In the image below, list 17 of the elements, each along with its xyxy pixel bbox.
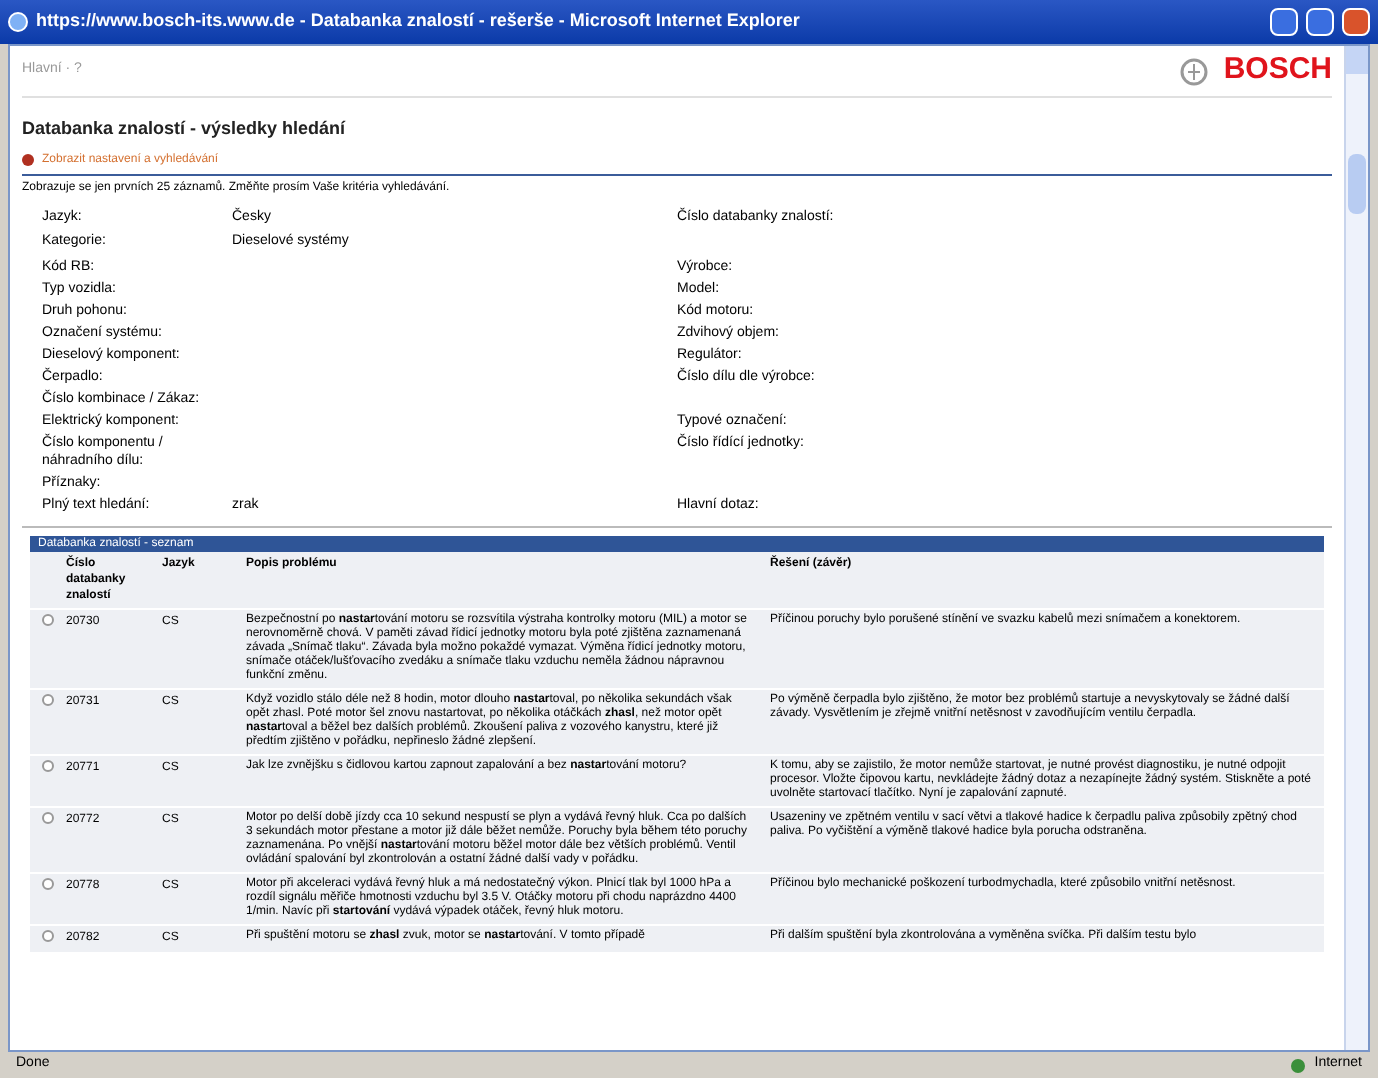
browser-icon (8, 12, 28, 32)
radio-button[interactable] (42, 930, 54, 942)
radio-button[interactable] (42, 614, 54, 626)
radio-button[interactable] (42, 812, 54, 824)
radio-button[interactable] (42, 760, 54, 772)
logo-icon (1179, 57, 1208, 85)
alert-icon (22, 154, 34, 166)
scrollbar[interactable] (1344, 46, 1368, 1050)
close-button[interactable] (1342, 8, 1370, 36)
minimize-button[interactable] (1270, 8, 1298, 36)
page-heading: Databanka znalostí - výsledky hledání (22, 116, 348, 142)
globe-icon (1290, 1057, 1307, 1073)
radio-button[interactable] (42, 694, 54, 706)
maximize-button[interactable] (1306, 8, 1334, 36)
brand-logo: BOSCH (1223, 50, 1332, 91)
window-title: https://www.bosch-its.www.de - Databanka znalostí - rešerše - Microsoft Internet Explorer (36, 8, 802, 35)
radio-button[interactable] (42, 878, 54, 890)
